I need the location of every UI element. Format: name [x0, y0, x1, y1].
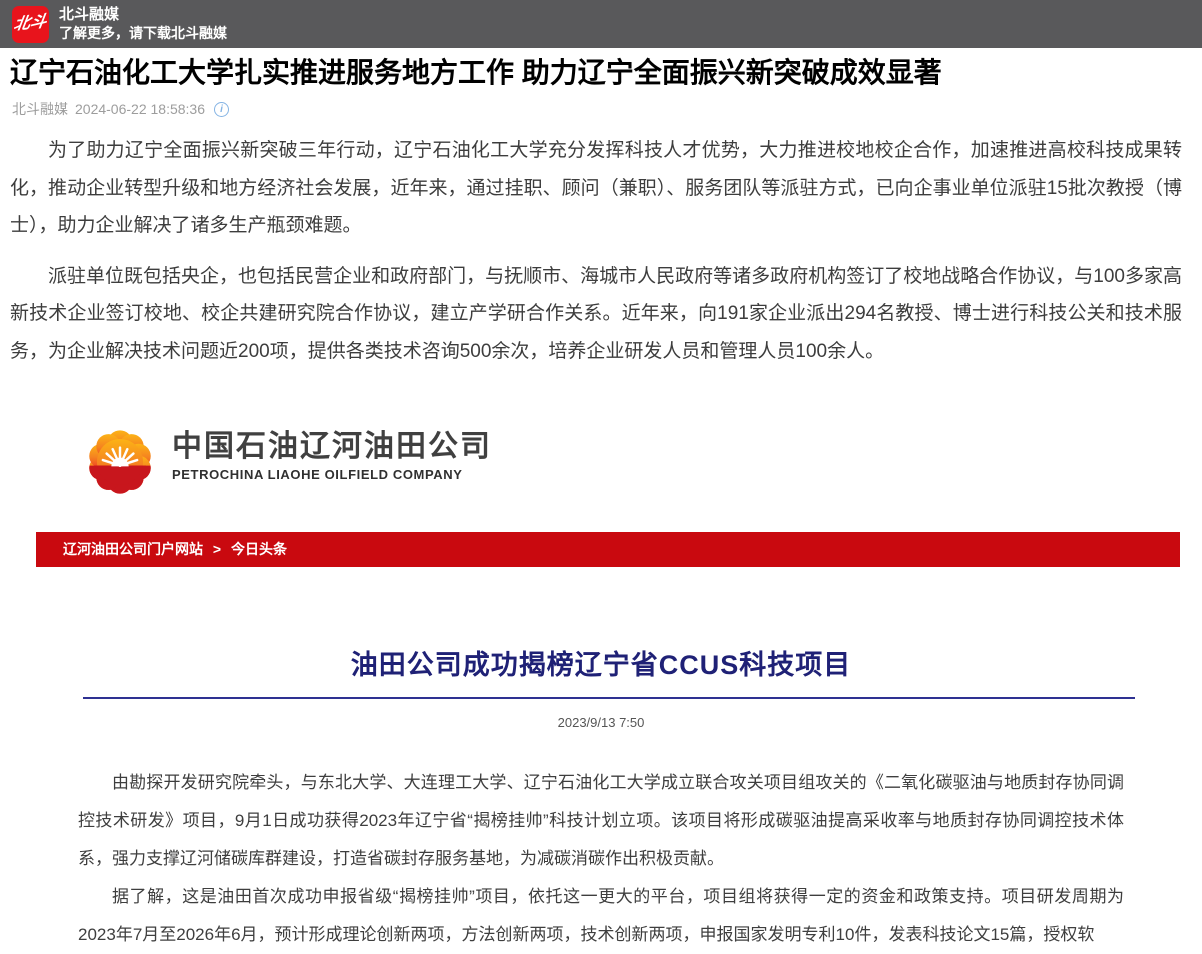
beidou-app-logo-icon[interactable]: 北斗 [12, 6, 49, 43]
article-source: 北斗融媒 [12, 99, 68, 119]
embed-date: 2023/9/13 7:50 [0, 715, 1202, 730]
breadcrumb: 辽河油田公司门户网站 > 今日头条 [36, 532, 1180, 567]
article-byline: 北斗融媒 2024-06-22 18:58:36 i [12, 99, 1192, 119]
breadcrumb-current[interactable]: 今日头条 [231, 541, 287, 557]
app-download-tagline[interactable]: 了解更多，请下载北斗融媒 [59, 24, 227, 43]
petrochina-flower-icon [84, 422, 156, 502]
headline-divider [83, 697, 1135, 699]
beidou-logo-glyph: 北斗 [13, 14, 48, 33]
app-promo-bar: 北斗 北斗融媒 了解更多，请下载北斗融媒 [0, 0, 1202, 48]
article-body: 为了助力辽宁全面振兴新突破三年行动，辽宁石油化工大学充分发挥科技人才优势，大力推… [0, 132, 1202, 370]
article-timestamp: 2024-06-22 18:58:36 [75, 101, 205, 117]
embed-headline: 油田公司成功揭榜辽宁省CCUS科技项目 [0, 643, 1202, 682]
company-name-cn: 中国石油辽河油田公司 [172, 430, 492, 464]
company-name-en: PETROCHINA LIAOHE OILFIELD COMPANY [172, 467, 492, 482]
breadcrumb-home[interactable]: 辽河油田公司门户网站 [63, 541, 203, 557]
breadcrumb-separator: > [213, 541, 221, 557]
info-icon[interactable]: i [214, 102, 229, 117]
article-paragraph: 派驻单位既包括央企，也包括民营企业和政府部门，与抚顺市、海城市人民政府等诸多政府… [10, 258, 1182, 371]
article-paragraph: 为了助力辽宁全面振兴新突破三年行动，辽宁石油化工大学充分发挥科技人才优势，大力推… [10, 132, 1182, 245]
company-logo-block: 中国石油辽河油田公司 PETROCHINA LIAOHE OILFIELD CO… [84, 422, 1202, 502]
app-promo-text[interactable]: 北斗融媒 了解更多，请下载北斗融媒 [59, 5, 227, 43]
company-names: 中国石油辽河油田公司 PETROCHINA LIAOHE OILFIELD CO… [172, 430, 492, 482]
embed-paragraph: 据了解，这是油田首次成功申报省级“揭榜挂帅”项目，依托这一更大的平台，项目组将获… [78, 878, 1124, 954]
app-name: 北斗融媒 [59, 5, 227, 24]
embed-body: 由勘探开发研究院牵头，与东北大学、大连理工大学、辽宁石油化工大学成立联合攻关项目… [0, 764, 1202, 954]
article-title: 辽宁石油化工大学扎实推进服务地方工作 助力辽宁全面振兴新突破成效显著 [10, 56, 1188, 90]
embed-paragraph: 由勘探开发研究院牵头，与东北大学、大连理工大学、辽宁石油化工大学成立联合攻关项目… [78, 764, 1124, 878]
embedded-article-image[interactable]: 中国石油辽河油田公司 PETROCHINA LIAOHE OILFIELD CO… [0, 422, 1202, 954]
